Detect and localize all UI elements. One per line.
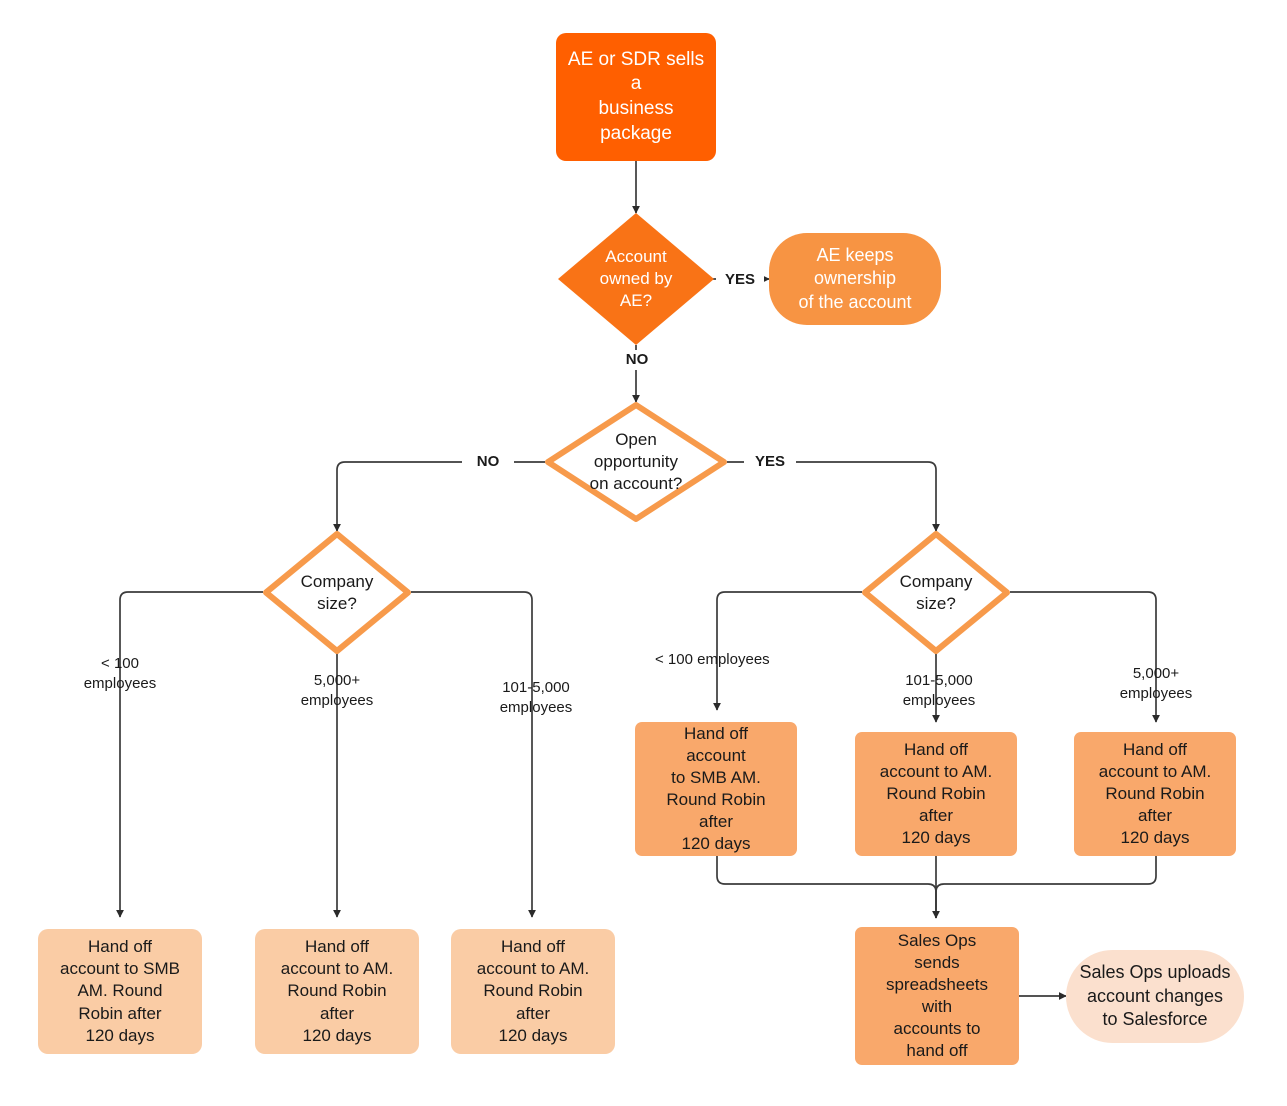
node-left-handoff-smb[interactable]: Hand off account to SMB AM. Round Robin … bbox=[38, 929, 202, 1054]
edge-label-right-101-5000: 101-5,000 employees bbox=[902, 672, 976, 709]
node-decision-account-owned[interactable]: Account owned by AE? bbox=[558, 213, 714, 345]
edge-label-owned-no: NO bbox=[611, 350, 663, 370]
node-sales-ops-sends[interactable]: Sales Ops sends spreadsheets with accoun… bbox=[855, 927, 1019, 1065]
edge-label-right-under-100: < 100 employees bbox=[655, 651, 770, 668]
node-right-handoff-mid[interactable]: Hand off account to AM. Round Robin afte… bbox=[855, 732, 1017, 856]
node-left-handoff-large[interactable]: Hand off account to AM. Round Robin afte… bbox=[255, 929, 419, 1054]
node-ae-keeps-ownership[interactable]: AE keeps ownership of the account bbox=[769, 233, 941, 325]
edge-label-opp-yes: YES bbox=[744, 452, 796, 472]
connector-left-b3 bbox=[411, 591, 536, 918]
node-start[interactable]: AE or SDR sells a business package bbox=[556, 33, 716, 161]
node-decision-account-owned-label: Account owned by AE? bbox=[599, 247, 673, 310]
edge-label-opp-no: NO bbox=[462, 452, 514, 472]
node-right-handoff-large[interactable]: Hand off account to AM. Round Robin afte… bbox=[1074, 732, 1236, 856]
node-decision-open-opportunity-label: Open opportunity on account? bbox=[589, 430, 683, 493]
node-right-handoff-smb[interactable]: Hand off account to SMB AM. Round Robin … bbox=[635, 722, 797, 856]
node-decision-company-size-left-label: Company size? bbox=[300, 571, 374, 613]
edge-label-owned-yes: YES bbox=[716, 270, 764, 290]
edge-label-left-101-5000: 101-5,000 employees bbox=[499, 679, 573, 716]
edge-label-left-5000-plus: 5,000+ employees bbox=[300, 672, 374, 709]
node-decision-company-size-right[interactable]: Company size? bbox=[862, 531, 1010, 654]
node-decision-open-opportunity[interactable]: Open opportunity on account? bbox=[545, 402, 727, 522]
edge-label-left-under-100: < 100 employees bbox=[83, 655, 157, 692]
connector-merge-right bbox=[935, 856, 1157, 918]
edge-label-right-5000-plus: 5,000+ employees bbox=[1119, 665, 1193, 702]
connector-opp-no bbox=[333, 461, 545, 532]
node-decision-company-size-right-label: Company size? bbox=[899, 571, 973, 613]
flowchart-canvas: AE or SDR sells a business package Accou… bbox=[0, 0, 1287, 1106]
node-sales-ops-uploads[interactable]: Sales Ops uploads account changes to Sal… bbox=[1066, 950, 1244, 1043]
connector-left-b1 bbox=[116, 591, 263, 918]
connector-opp-yes bbox=[727, 461, 940, 532]
node-decision-company-size-left[interactable]: Company size? bbox=[263, 531, 411, 654]
node-left-handoff-mid[interactable]: Hand off account to AM. Round Robin afte… bbox=[451, 929, 615, 1054]
connector-merge-left bbox=[716, 856, 937, 918]
